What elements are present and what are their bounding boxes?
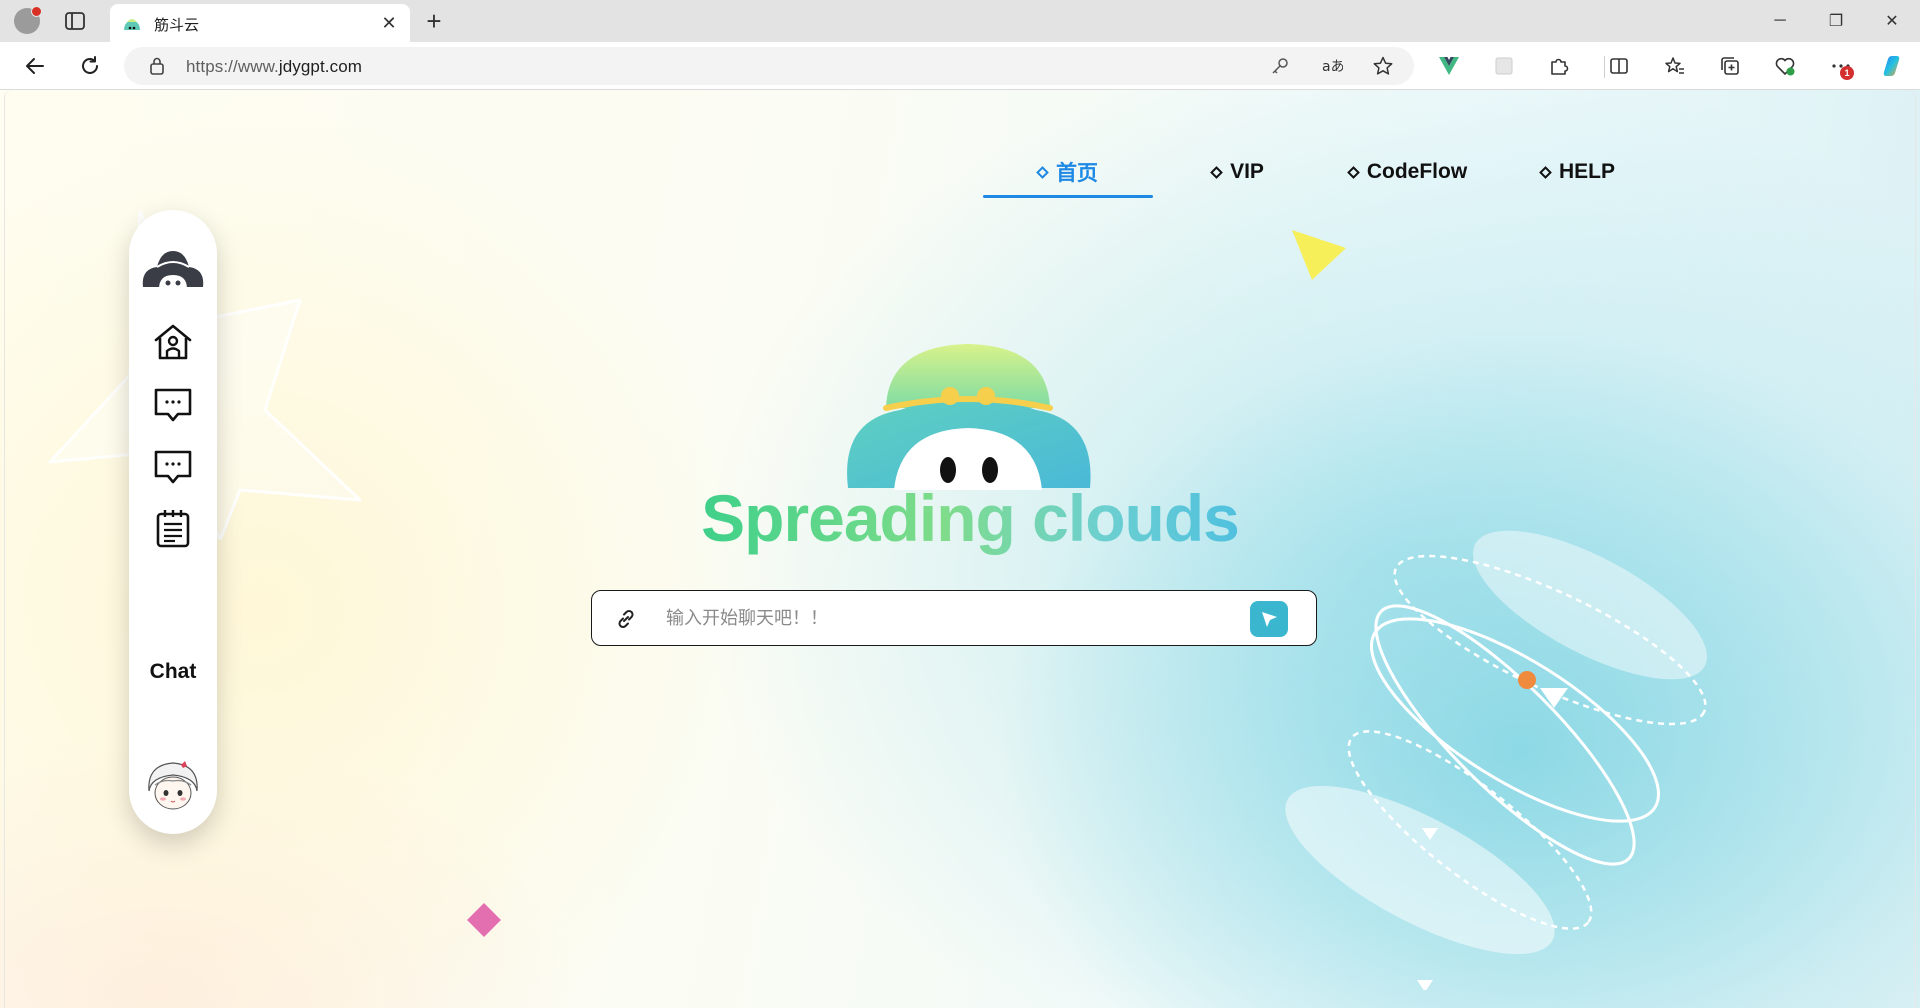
back-icon[interactable] — [20, 51, 50, 81]
svg-text:aあ: aあ — [1322, 59, 1343, 75]
lock-icon[interactable] — [146, 55, 168, 77]
cloud-favicon-icon — [124, 19, 140, 30]
diamond-icon — [1210, 165, 1223, 179]
user-avatar[interactable] — [143, 755, 203, 815]
translate-icon[interactable]: aあ — [1321, 55, 1343, 77]
cloud-logo-icon[interactable] — [139, 245, 207, 291]
nav-help-label: HELP — [1558, 160, 1615, 183]
diamond-icon — [1539, 165, 1552, 179]
notification-badge: 1 — [1840, 66, 1854, 80]
nav-vip-label: VIP — [1230, 160, 1264, 183]
active-tab-underline — [983, 195, 1153, 198]
hero-title: Spreading clouds — [701, 481, 1240, 555]
browser-tab-bar: 筋斗云 ✕ + ─ ❐ ✕ — [0, 0, 1920, 42]
nav-vip-tab[interactable]: VIP — [1153, 146, 1323, 198]
browser-tab[interactable]: 筋斗云 ✕ — [110, 4, 410, 42]
sidebar: Chat — [129, 210, 217, 834]
browser-essentials-icon[interactable] — [1770, 51, 1800, 81]
tab-actions-icon[interactable] — [64, 10, 86, 32]
sidebar-chat-label[interactable]: Chat — [129, 660, 217, 684]
url-text: https://www.jdygpt.com — [186, 57, 363, 76]
chat-search-box — [591, 590, 1317, 646]
minimize-icon[interactable]: ─ — [1752, 0, 1808, 42]
home-icon[interactable] — [151, 320, 195, 364]
nav-home-label: 首页 — [1056, 162, 1098, 185]
chat-icon[interactable] — [151, 383, 195, 427]
key-icon[interactable] — [1269, 55, 1291, 77]
page-viewport: 首页 VIP CodeFlow HELP Chat Spreading clou… — [0, 90, 1920, 1008]
extension-placeholder-icon[interactable] — [1489, 51, 1519, 81]
favorite-star-icon[interactable] — [1372, 55, 1394, 77]
browser-toolbar: https://www.jdygpt.com aあ — [0, 42, 1920, 90]
diamond-icon — [1036, 165, 1049, 179]
split-screen-icon[interactable] — [1604, 51, 1634, 81]
nav-codeflow-tab[interactable]: CodeFlow — [1323, 146, 1493, 198]
chat-input[interactable] — [666, 599, 1226, 637]
refresh-icon[interactable] — [75, 51, 105, 81]
nav-codeflow-label: CodeFlow — [1366, 160, 1468, 183]
spreading-clouds-logo — [847, 344, 1091, 490]
nav-home-tab[interactable]: 首页 — [983, 146, 1153, 198]
send-icon — [1262, 612, 1277, 627]
profile-icon[interactable] — [14, 6, 42, 34]
tab-title: 筋斗云 — [154, 17, 200, 34]
chat-icon[interactable] — [151, 445, 195, 489]
favorites-icon[interactable] — [1660, 51, 1690, 81]
extensions-puzzle-icon[interactable] — [1544, 51, 1574, 81]
close-window-icon[interactable]: ✕ — [1864, 0, 1920, 42]
collections-icon[interactable] — [1715, 51, 1745, 81]
notes-icon[interactable] — [151, 507, 195, 551]
vue-extension-icon[interactable] — [1434, 51, 1464, 81]
new-tab-icon[interactable]: + — [420, 8, 448, 36]
address-bar[interactable]: https://www.jdygpt.com aあ — [124, 47, 1414, 85]
close-tab-icon[interactable]: ✕ — [378, 12, 400, 34]
diamond-icon — [1346, 165, 1360, 179]
nav-help-tab[interactable]: HELP — [1493, 146, 1663, 198]
send-button[interactable] — [1250, 601, 1288, 637]
copilot-icon[interactable] — [1878, 51, 1908, 81]
restore-icon[interactable]: ❐ — [1808, 0, 1864, 42]
link-icon[interactable] — [614, 607, 638, 631]
